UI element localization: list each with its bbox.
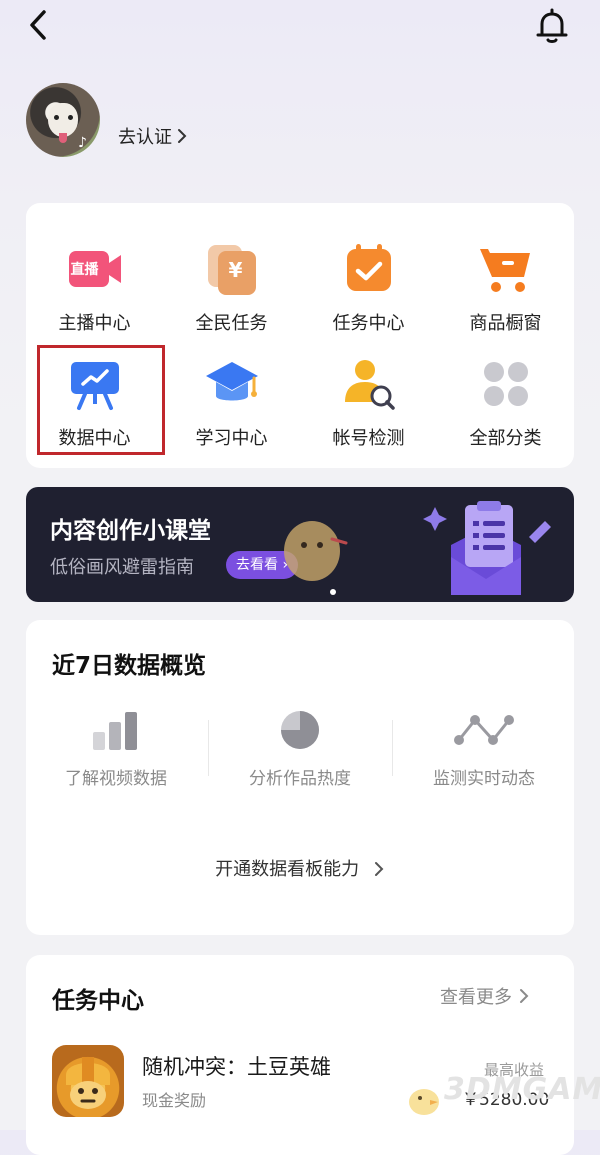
bell-icon (536, 8, 568, 43)
divider (208, 720, 209, 776)
grid-item-learning-center[interactable]: 学习中心 (163, 348, 300, 458)
grid-label: 任务中心 (332, 313, 405, 334)
banner-title: 内容创作小课堂 (50, 518, 211, 544)
notification-button[interactable] (532, 6, 572, 46)
grid-label: 帐号检测 (332, 428, 405, 449)
graduation-cap-icon (204, 356, 260, 412)
data-overview-card: 近7日数据概览 了解视频数据 分析作品热度 监测实时动态 开通数据看板能力 (26, 620, 574, 935)
avatar-eye (68, 115, 73, 120)
carousel-dot[interactable] (330, 589, 336, 595)
grid-label: 学习中心 (195, 428, 268, 449)
grid-item-all-categories[interactable]: 全部分类 (437, 348, 574, 458)
line-trend-icon (454, 715, 514, 745)
annotation-highlight-box (37, 345, 165, 455)
tiktok-logo-icon: ♪ (78, 135, 87, 151)
game-icon[interactable] (52, 1045, 124, 1117)
user-search-icon (341, 356, 397, 412)
grid-item-task-center[interactable]: 任务中心 (300, 233, 437, 343)
banner-go-label: 去看看 (236, 557, 278, 573)
overview-title: 近7日数据概览 (52, 653, 207, 679)
avatar-tongue (59, 133, 67, 143)
grid-item-live-center[interactable]: 直播 主播中心 (26, 233, 163, 343)
envelope-document-icon (423, 501, 551, 595)
overview-item-realtime[interactable]: 监测实时动态 (394, 710, 574, 789)
chevron-right-icon (178, 129, 187, 143)
calendar-check-icon (341, 241, 397, 297)
chevron-left-icon (30, 10, 46, 40)
watermark-text: 3DMGAME (444, 1072, 600, 1107)
yen-symbol: ¥ (228, 258, 243, 282)
grid-label: 全民任务 (195, 313, 268, 334)
avatar-dog-face (48, 103, 78, 137)
watermark-duck-logo (409, 1089, 439, 1115)
verify-label: 去认证 (118, 127, 172, 148)
avatar-eye (54, 115, 59, 120)
live-badge-text: 直播 (70, 262, 99, 278)
grid-item-product-showcase[interactable]: 商品橱窗 (437, 233, 574, 343)
avatar[interactable]: ♪ (26, 83, 100, 157)
banner-subtitle: 低俗画风避雷指南 (50, 557, 194, 578)
yen-coupon-icon: ¥ (204, 241, 260, 297)
see-more-link[interactable]: 查看更多 (440, 983, 530, 1009)
grid-label: 主播中心 (58, 313, 131, 334)
task-reward-type: 现金奖励 (142, 1091, 207, 1110)
live-streaming-icon: 直播 (67, 241, 123, 297)
grid-label: 全部分类 (469, 428, 542, 449)
back-button[interactable] (22, 8, 56, 42)
overview-item-video-data[interactable]: 了解视频数据 (26, 710, 206, 789)
open-dashboard-link[interactable]: 开通数据看板能力 (26, 855, 574, 881)
shopping-cart-icon (478, 241, 534, 297)
four-dots-icon (478, 356, 534, 412)
overview-label: 了解视频数据 (65, 769, 167, 789)
grid-item-public-tasks[interactable]: ¥ 全民任务 (163, 233, 300, 343)
task-center-title: 任务中心 (52, 988, 144, 1014)
pie-chart-icon (281, 711, 319, 749)
mascot-illustration (284, 521, 348, 581)
chevron-right-icon (520, 989, 529, 1003)
grid-label: 商品橱窗 (469, 313, 542, 334)
task-center-card: 任务中心 查看更多 随机冲突：土豆英雄 现金奖励 最高收益 ￥5280.00 (26, 955, 574, 1155)
divider (392, 720, 393, 776)
task-name: 随机冲突：土豆英雄 (142, 1055, 331, 1079)
course-banner[interactable]: 内容创作小课堂 低俗画风避雷指南 去看看 › (26, 487, 574, 602)
grid-item-account-check[interactable]: 帐号检测 (300, 348, 437, 458)
see-more-label: 查看更多 (440, 987, 512, 1008)
bar-chart-icon (93, 712, 137, 750)
chevron-right-icon (374, 862, 384, 876)
overview-label: 监测实时动态 (433, 769, 535, 789)
overview-item-heat[interactable]: 分析作品热度 (210, 710, 390, 789)
verify-link[interactable]: 去认证 (118, 123, 188, 149)
open-dashboard-label: 开通数据看板能力 (215, 859, 360, 880)
overview-label: 分析作品热度 (249, 769, 351, 789)
